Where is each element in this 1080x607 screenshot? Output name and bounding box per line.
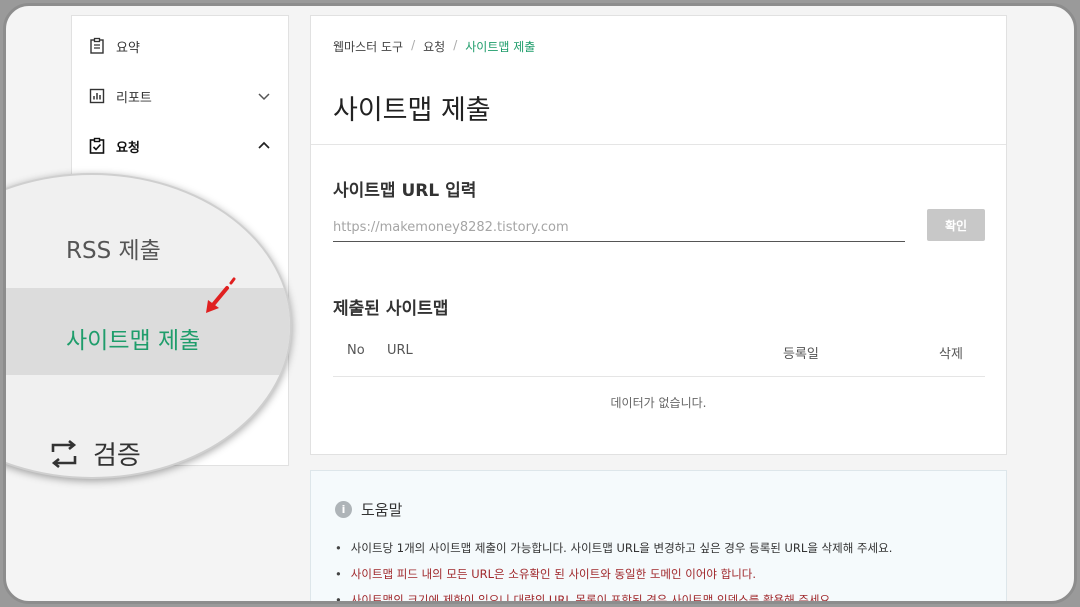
help-list: 사이트당 1개의 사이트맵 제출이 가능합니다. 사이트맵 URL을 변경하고 … [335,539,995,601]
sidebar-item-summary[interactable]: 요약 [88,34,272,58]
column-header-date: 등록일 [783,347,819,362]
sitemap-url-heading: 사이트맵 URL 입력 [333,181,477,201]
sidebar-item-label: 요약 [116,40,140,56]
help-title: i 도움말 [335,499,402,520]
submitted-sitemaps-heading: 제출된 사이트맵 [333,299,449,319]
chart-icon [88,87,106,105]
sync-icon [51,439,77,468]
divider [311,144,1006,145]
table-divider [333,376,985,377]
column-header-url: URL [387,343,413,358]
sidebar-item-request[interactable]: 요청 [88,134,272,158]
checklist-icon [88,137,106,155]
sidebar-item-label: 요청 [116,140,140,156]
breadcrumb-current: 사이트맵 제출 [465,40,536,54]
help-item: 사이트맵의 크기에 제한이 있으니 대량의 URL 목록이 포함된 경우 사이트… [335,591,995,601]
chevron-down-icon[interactable] [256,88,272,104]
sitemap-url-input[interactable] [333,214,905,242]
clipboard-icon [88,37,106,55]
sitemap-submit-card: 웹마스터 도구 / 요청 / 사이트맵 제출 사이트맵 제출 사이트맵 URL … [310,15,1007,455]
chevron-up-icon[interactable] [256,138,272,154]
empty-table-message: 데이터가 없습니다. [610,396,707,410]
help-item: 사이트당 1개의 사이트맵 제출이 가능합니다. 사이트맵 URL을 변경하고 … [335,539,995,565]
help-item: 사이트맵 피드 내의 모든 URL은 소유확인 된 사이트와 동일한 도메인 이… [335,565,995,591]
sidebar-item-sitemap-submit[interactable]: 사이트맵 제출 [66,321,200,355]
help-box: i 도움말 사이트당 1개의 사이트맵 제출이 가능합니다. 사이트맵 URL을… [310,470,1007,601]
column-header-delete: 삭제 [939,347,963,362]
page-title: 사이트맵 제출 [333,95,491,126]
screenshot-frame: 요약 리포트 요청 RSS 제출 사이트맵 제출 검증 웹마스터 도구 / 요청… [3,3,1077,604]
breadcrumb-item[interactable]: 요청 [423,38,445,55]
confirm-button[interactable]: 확인 [927,209,985,241]
help-title-label: 도움말 [361,501,403,519]
sidebar-item-label: 리포트 [116,90,152,106]
pointer-arrow-icon [200,273,246,323]
breadcrumb-item[interactable]: 웹마스터 도구 [333,38,403,55]
info-icon: i [335,501,352,518]
breadcrumb-separator: / [453,38,458,52]
column-header-no: No [347,343,365,358]
breadcrumb-separator: / [411,38,416,52]
sidebar-item-report[interactable]: 리포트 [88,84,272,108]
sidebar-item-verify[interactable]: 검증 [49,435,141,472]
sidebar-item-label: 검증 [93,441,141,471]
breadcrumb: 웹마스터 도구 / 요청 / 사이트맵 제출 [333,38,535,55]
sidebar-item-rss-submit[interactable]: RSS 제출 [66,231,161,265]
